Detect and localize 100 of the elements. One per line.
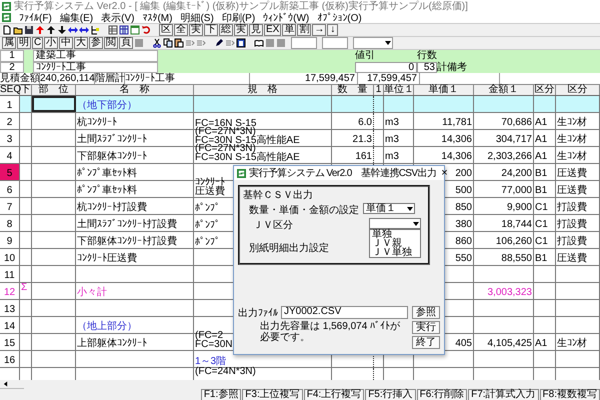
level-total-amount: 17,599,457 xyxy=(250,73,358,84)
table-cell: m3 xyxy=(384,130,414,146)
table-cell: 土間ｽﾗﾌﾞｺﾝｸﾘｰﾄ xyxy=(76,130,194,146)
toolbar-button[interactable]: 下 xyxy=(204,24,218,36)
file-label: 出力ﾌｧｲﾙ xyxy=(238,306,278,320)
dropdown[interactable] xyxy=(369,218,421,229)
row-number: 1 xyxy=(0,96,20,112)
toolbar-button[interactable]: 単 xyxy=(282,24,296,36)
book-icon[interactable] xyxy=(254,38,264,48)
input-field[interactable] xyxy=(291,37,318,49)
toolbar-button[interactable]: 実 xyxy=(234,24,248,36)
level-name-field[interactable]: 建築工事 xyxy=(33,50,158,62)
discount-field[interactable]: 0 xyxy=(355,62,417,73)
toolbar-button[interactable]: 明 xyxy=(17,37,31,49)
function-key-button[interactable]: F3:上位複写 xyxy=(242,389,303,400)
pen-icon[interactable] xyxy=(214,38,224,48)
column-header: SEQ xyxy=(0,85,20,95)
table-cell: 70,686 xyxy=(474,113,534,129)
browse-button[interactable]: 参照 xyxy=(412,306,440,319)
menu-item[interactable]: 編集(E) xyxy=(60,10,94,24)
function-key-button[interactable]: F1:参照 xyxy=(200,389,242,400)
file-name-field[interactable]: JY0002.CSV xyxy=(281,306,408,319)
toolbar-button[interactable]: 区 xyxy=(159,24,173,36)
input-field[interactable] xyxy=(322,37,348,49)
table-cell: 打設費 xyxy=(556,198,600,214)
table-cell: 88,550 xyxy=(474,249,534,265)
toolbar-button[interactable]: EX xyxy=(264,24,282,36)
table-cell: ﾎﾟﾝﾌﾟ車ｾｯﾄ料 xyxy=(76,164,194,180)
clipboard-icon[interactable] xyxy=(236,38,246,48)
column-header: 区分 xyxy=(556,85,600,95)
horizontal-scrollbar[interactable] xyxy=(0,380,24,389)
menu-item[interactable]: 印刷(P) xyxy=(222,10,256,24)
menu-item[interactable]: 明細(S) xyxy=(180,10,214,24)
toolbar-button[interactable]: C xyxy=(32,37,44,49)
table-cell: 圧送費 xyxy=(556,181,600,197)
toolbar-button[interactable]: 小 xyxy=(44,37,58,49)
table-cell: 14,306 xyxy=(414,130,474,146)
table-cell: C1 xyxy=(534,198,556,214)
discount-label: 値引 xyxy=(355,50,376,62)
scissors-icon[interactable] xyxy=(152,38,162,48)
toolbar-button[interactable]: 全 xyxy=(174,24,188,36)
toolbar-button[interactable]: ↓ xyxy=(327,24,338,36)
row-count-field[interactable]: 53 xyxy=(417,62,437,73)
function-key-button[interactable]: F5:行挿入 xyxy=(365,389,416,400)
toolbar-button[interactable]: 総 xyxy=(219,24,233,36)
left-right-arrow-icon[interactable] xyxy=(79,25,89,35)
table-cell[interactable] xyxy=(32,96,76,112)
menu-item[interactable]: 表示(V) xyxy=(101,10,134,24)
table-cell: (FC=24N*3N) xyxy=(194,368,332,380)
column-header: 金額１ xyxy=(474,85,534,95)
table-cell: m3 xyxy=(384,147,414,163)
save-icon[interactable] xyxy=(24,25,34,35)
table-cell: 圧送費 xyxy=(556,164,600,180)
table-cell: A1 xyxy=(534,130,556,146)
estimate-label: 見積金額 xyxy=(0,73,40,84)
window-icon[interactable] xyxy=(130,25,140,35)
toolbar-button[interactable]: 大 xyxy=(74,37,88,49)
table-cell: 杭ｺﾝｸﾘｰﾄ打設費 xyxy=(76,198,194,214)
level-name-field[interactable]: ｺﾝｸﾘｰﾄ工事 xyxy=(33,62,158,73)
table-cell: C1 xyxy=(534,215,556,231)
toolbar-button[interactable]: 実 xyxy=(189,24,203,36)
level-total-label: 階層計 xyxy=(95,73,125,84)
menu-item[interactable]: ｵﾌﾟｼｮﾝ(O) xyxy=(317,12,362,24)
column-header: 区分 xyxy=(534,85,556,95)
setting-label: ＪＶ区分 xyxy=(252,219,294,232)
down-arrow-icon[interactable] xyxy=(57,25,67,35)
tree-icon[interactable] xyxy=(90,25,100,35)
run-button[interactable]: 実行 xyxy=(412,321,440,334)
dropdown[interactable] xyxy=(353,37,394,49)
table-cell: 小々計 xyxy=(76,283,194,299)
exit-button[interactable]: 終了 xyxy=(412,336,440,349)
scroll-left-icon[interactable] xyxy=(3,381,8,387)
function-key-button[interactable]: F4:上行複写 xyxy=(304,389,364,400)
toolbar-button[interactable]: 閲 xyxy=(104,37,118,49)
table-cell: 圧送費 xyxy=(556,249,600,265)
left-right-arrow-icon[interactable] xyxy=(68,25,78,35)
column-header: 数 量 xyxy=(332,85,374,95)
dropdown[interactable]: 単価１ xyxy=(363,203,415,214)
copy-icon[interactable] xyxy=(163,38,174,48)
toolbar-button[interactable]: → xyxy=(312,24,326,36)
grid-icon[interactable] xyxy=(108,25,118,35)
paste-icon[interactable] xyxy=(174,38,184,48)
toolbar-button[interactable]: 割 xyxy=(297,24,312,36)
function-key-button[interactable]: F7:計算式入力 xyxy=(468,389,539,400)
menu-item[interactable]: ﾌｧｲﾙ(F) xyxy=(19,12,52,24)
function-key-button[interactable]: F6:行削除 xyxy=(416,389,468,400)
close-button[interactable]: × xyxy=(439,167,450,179)
toolbar-button[interactable]: 参 xyxy=(89,37,104,49)
toolbar-button[interactable]: 中 xyxy=(59,37,74,49)
dropdown-arrow-icon xyxy=(407,206,413,210)
grid-icon[interactable] xyxy=(119,25,129,35)
list-icon[interactable] xyxy=(196,38,206,48)
toolbar-button[interactable]: 頁 xyxy=(119,37,134,49)
undo-icon[interactable] xyxy=(141,25,151,35)
menu-item[interactable]: ﾏｽﾀ(M) xyxy=(142,12,172,24)
toolbar-button[interactable]: 属 xyxy=(2,37,16,49)
menu-item[interactable]: ｳｨﾝﾄﾞｳ(W) xyxy=(263,12,310,24)
function-key-button[interactable]: F8:複数複写 xyxy=(540,389,600,400)
estimate-amount: 240,260,114 xyxy=(40,73,95,84)
toolbar-button[interactable]: 見 xyxy=(249,24,263,36)
